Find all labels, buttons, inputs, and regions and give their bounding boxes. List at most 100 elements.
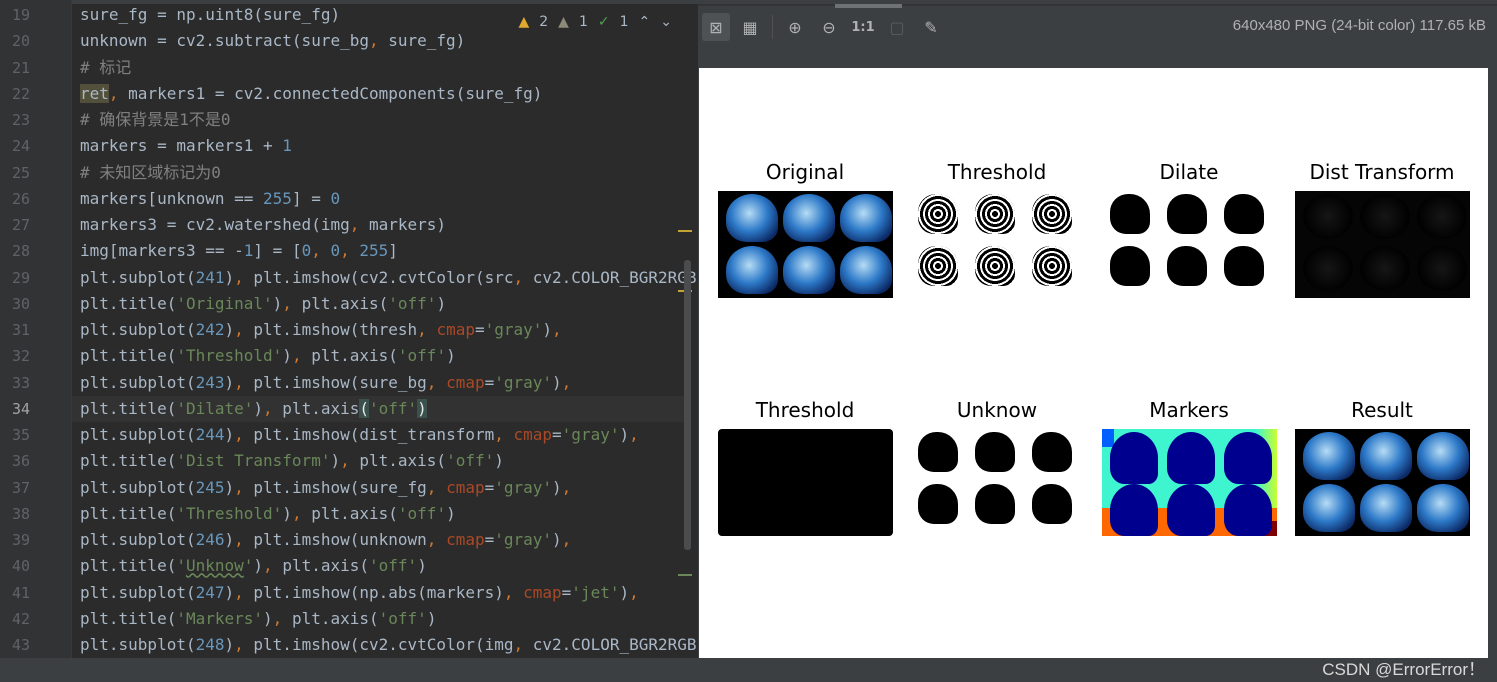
- code-token: 'Threshold': [176, 503, 283, 523]
- code-token: 0: [330, 188, 341, 208]
- code-line[interactable]: markers[unknown == 255] = 0: [80, 186, 340, 212]
- line-number: 39: [12, 531, 31, 549]
- code-token: plt.subplot(: [80, 582, 196, 602]
- code-token: ): [253, 556, 264, 576]
- code-token: =: [561, 582, 572, 602]
- code-line[interactable]: sure_fg = np.uint8(sure_fg): [80, 2, 340, 28]
- previous-highlight-icon[interactable]: ⌃: [639, 14, 651, 30]
- code-token: plt.axis(: [301, 293, 389, 313]
- grid-icon[interactable]: ▦: [736, 13, 764, 41]
- code-line[interactable]: plt.subplot(242), plt.imshow(thresh, cma…: [80, 317, 562, 343]
- subplot-image: [718, 191, 893, 298]
- weak-warning-icon[interactable]: ▲: [558, 14, 569, 30]
- line-number: 19: [12, 6, 31, 24]
- line-number: 29: [12, 268, 31, 287]
- line-number: 21: [12, 58, 31, 77]
- code-line[interactable]: plt.subplot(243), plt.imshow(sure_bg, cm…: [80, 370, 571, 396]
- code-line[interactable]: plt.title('Threshold'), plt.axis('off'): [80, 343, 456, 369]
- line-number: 25: [12, 163, 31, 182]
- active-tab-indicator[interactable]: [835, 4, 902, 8]
- code-token: ,: [426, 372, 447, 392]
- inspection-widget[interactable]: ▲ 2 ▲ 1 ✓ 1 ⌃ ⌄: [518, 14, 672, 30]
- next-highlight-icon[interactable]: ⌄: [660, 14, 672, 30]
- fit-to-window-icon[interactable]: ▢: [883, 13, 911, 41]
- code-line[interactable]: plt.subplot(246), plt.imshow(unknown, cm…: [80, 527, 571, 553]
- code-line[interactable]: # 确保背景是1不是0: [80, 107, 231, 133]
- typo-stripe-marker[interactable]: [678, 574, 692, 576]
- typo-icon[interactable]: ✓: [598, 14, 610, 30]
- code-line[interactable]: plt.title('Original'), plt.axis('off'): [80, 291, 446, 317]
- code-token: ,: [561, 477, 572, 497]
- subplot-title: Threshold: [947, 160, 1047, 184]
- code-line[interactable]: markers3 = cv2.watershed(img, markers): [80, 212, 446, 238]
- code-line[interactable]: plt.subplot(248), plt.imshow(cv2.cvtColo…: [80, 632, 698, 658]
- code-token: ): [224, 582, 235, 602]
- code-token: ,: [234, 477, 254, 497]
- code-token: ): [494, 451, 504, 471]
- code-line[interactable]: plt.title('Unknow'), plt.axis('off'): [80, 553, 427, 579]
- code-line[interactable]: plt.title('Markers'), plt.axis('off'): [80, 606, 436, 632]
- code-token: plt.imshow(cv2.cvtColor(img: [253, 635, 514, 654]
- code-token: markers): [368, 215, 447, 234]
- code-token: 'Dilate': [176, 398, 254, 418]
- code-token: cmap: [436, 320, 475, 339]
- code-token: 'gray': [494, 530, 553, 549]
- code-line[interactable]: unknown = cv2.subtract(sure_bg, sure_fg): [80, 28, 465, 54]
- code-line[interactable]: plt.subplot(241), plt.imshow(cv2.cvtColo…: [80, 265, 698, 291]
- line-number-gutter: 19 20 21 22 23 24 25 26 27 28 29 30 31 32 33 34 35 36 37 38…: [0, 0, 72, 658]
- code-line[interactable]: plt.title('Dist Transform'), plt.axis('o…: [80, 448, 504, 474]
- vertical-scrollbar[interactable]: [684, 260, 691, 550]
- code-token: plt.subplot(: [80, 477, 196, 497]
- color-picker-icon[interactable]: ✎: [917, 13, 945, 41]
- code-token: ): [224, 267, 235, 287]
- code-token: 244: [195, 425, 225, 444]
- code-line[interactable]: plt.subplot(244), plt.imshow(dist_transf…: [80, 422, 639, 448]
- code-editor[interactable]: 19 20 21 22 23 24 25 26 27 28 29 30 31 32 33 34 35 36 37 38…: [0, 0, 698, 658]
- code-line[interactable]: # 标记: [80, 55, 131, 81]
- code-token: 'off': [446, 451, 495, 471]
- code-token: ): [426, 608, 437, 628]
- code-line[interactable]: ret, markers1 = cv2.connectedComponents(…: [80, 81, 542, 107]
- code-line[interactable]: # 未知区域标记为0: [80, 160, 221, 186]
- warning-stripe-marker[interactable]: [678, 230, 692, 232]
- code-token: ): [446, 346, 456, 366]
- code-line[interactable]: plt.title('Dilate'), plt.axis('off'): [80, 396, 427, 422]
- code-token: 0: [330, 241, 341, 261]
- watermark: CSDN @ErrorError！: [1322, 660, 1485, 679]
- code-token: plt.imshow(sure_fg: [253, 477, 427, 497]
- code-line[interactable]: plt.subplot(247), plt.imshow(np.abs(mark…: [80, 580, 639, 606]
- zoom-in-icon[interactable]: ⊕: [781, 13, 809, 41]
- code-token: ): [282, 346, 292, 366]
- code-token: ): [542, 320, 553, 339]
- code-token: ,: [263, 398, 283, 418]
- code-token: ': [243, 556, 254, 576]
- code-token: ,: [417, 320, 437, 339]
- code-line[interactable]: plt.subplot(245), plt.imshow(sure_fg, cm…: [80, 475, 571, 501]
- code-token: 241: [195, 267, 225, 287]
- line-number: 38: [12, 504, 31, 523]
- code-token: ): [224, 635, 235, 654]
- code-line[interactable]: img[markers3 == -1] = [0, 0, 255]: [80, 238, 398, 264]
- code-token: ): [282, 503, 292, 523]
- actual-size-button[interactable]: 1:1: [849, 13, 877, 41]
- code-token: ): [417, 556, 427, 576]
- code-line[interactable]: markers = markers1 + 1: [80, 133, 292, 159]
- line-number: 24: [12, 137, 31, 156]
- code-token: ): [263, 608, 273, 628]
- code-token: plt.title(: [80, 398, 177, 418]
- code-token: 'gray': [494, 477, 553, 497]
- subplot-image: [1102, 191, 1277, 298]
- subplot-title: Dist Transform: [1309, 160, 1455, 184]
- code-line[interactable]: plt.title('Threshold'), plt.axis('off'): [80, 501, 456, 527]
- code-token: cmap: [523, 582, 562, 602]
- code-token: plt.title(: [80, 608, 177, 628]
- code-token: ,: [629, 425, 639, 444]
- code-token: 'off': [397, 503, 447, 523]
- zoom-out-icon[interactable]: ⊖: [815, 13, 843, 41]
- chessboard-icon[interactable]: ⊠: [702, 13, 730, 41]
- warning-icon[interactable]: ▲: [518, 14, 529, 30]
- code-token: plt.axis(: [311, 503, 398, 523]
- code-token: 'Threshold': [176, 346, 283, 366]
- code-token: ): [446, 503, 456, 523]
- code-token: # 未知区域标记为0: [80, 162, 221, 182]
